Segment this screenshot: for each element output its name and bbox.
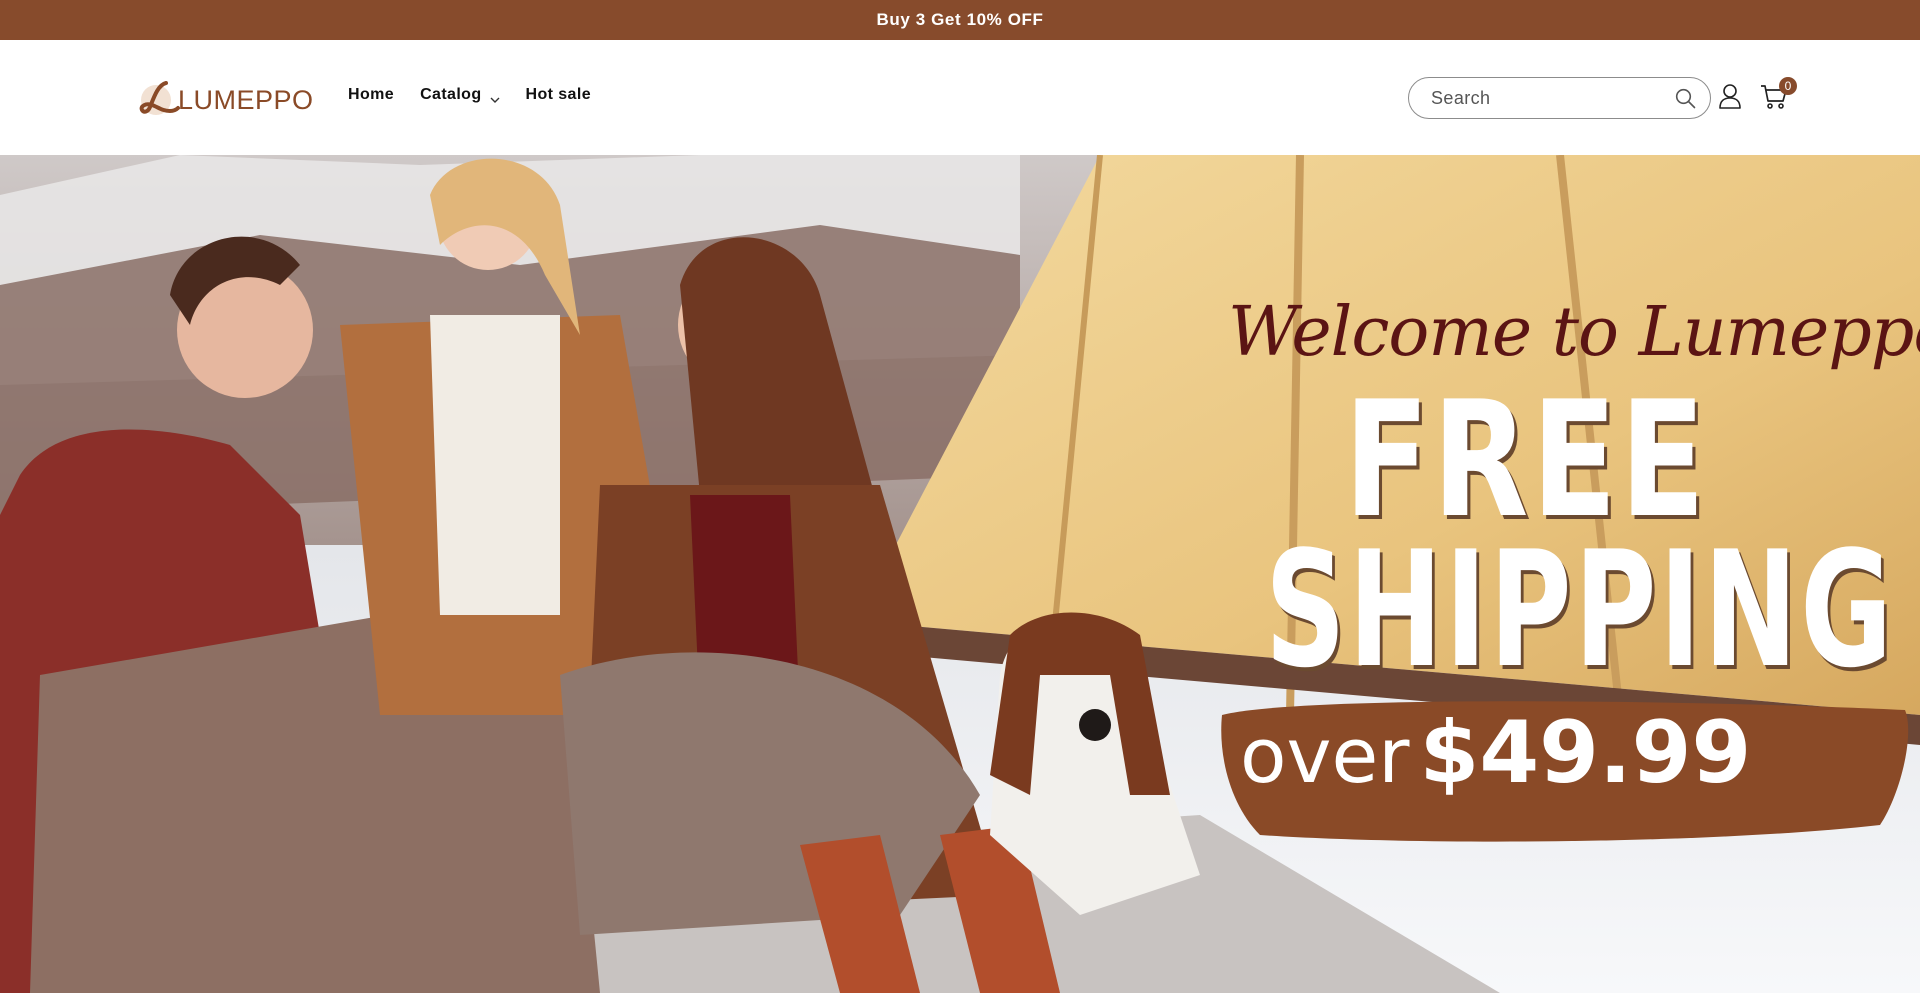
- hero-banner[interactable]: Welcome to Lumeppo FREE SHIPPING over $49…: [0, 155, 1920, 993]
- search-box: [1408, 77, 1711, 119]
- hero-threshold-price: $49.99: [1419, 703, 1752, 803]
- hero-condition-word: over: [1240, 711, 1410, 800]
- site-header: LUMEPPO Home Catalog Hot sale Search 0: [0, 40, 1920, 155]
- cart-count-badge: 0: [1779, 77, 1797, 95]
- nav-item-label: Home: [348, 86, 395, 103]
- hero-welcome-text: Welcome to Lumeppo: [1228, 293, 1920, 372]
- announcement-bar: Buy 3 Get 10% OFF: [0, 0, 1920, 40]
- nav-item-home[interactable]: Home: [348, 86, 394, 104]
- nav-item-label: Catalog: [420, 86, 482, 103]
- hero-price-condition: over $49.99: [1240, 703, 1752, 803]
- nav-item-catalog[interactable]: Catalog: [420, 86, 500, 104]
- chevron-down-icon: [490, 91, 500, 103]
- announcement-text: Buy 3 Get 10% OFF: [876, 10, 1044, 29]
- account-icon[interactable]: [1718, 83, 1742, 109]
- nav-item-label: Hot sale: [525, 86, 591, 103]
- nav-item-hot-sale[interactable]: Hot sale: [526, 86, 591, 104]
- main-nav: Home Catalog Hot sale: [348, 86, 617, 104]
- logo-text: LUMEPPO: [178, 84, 314, 115]
- search-icon[interactable]: [1675, 88, 1696, 109]
- logo-mark-icon: [136, 75, 182, 121]
- hero-headline-shipping: SHIPPING: [1265, 516, 1895, 703]
- logo[interactable]: LUMEPPO: [136, 74, 314, 122]
- search-input[interactable]: [1431, 78, 1661, 118]
